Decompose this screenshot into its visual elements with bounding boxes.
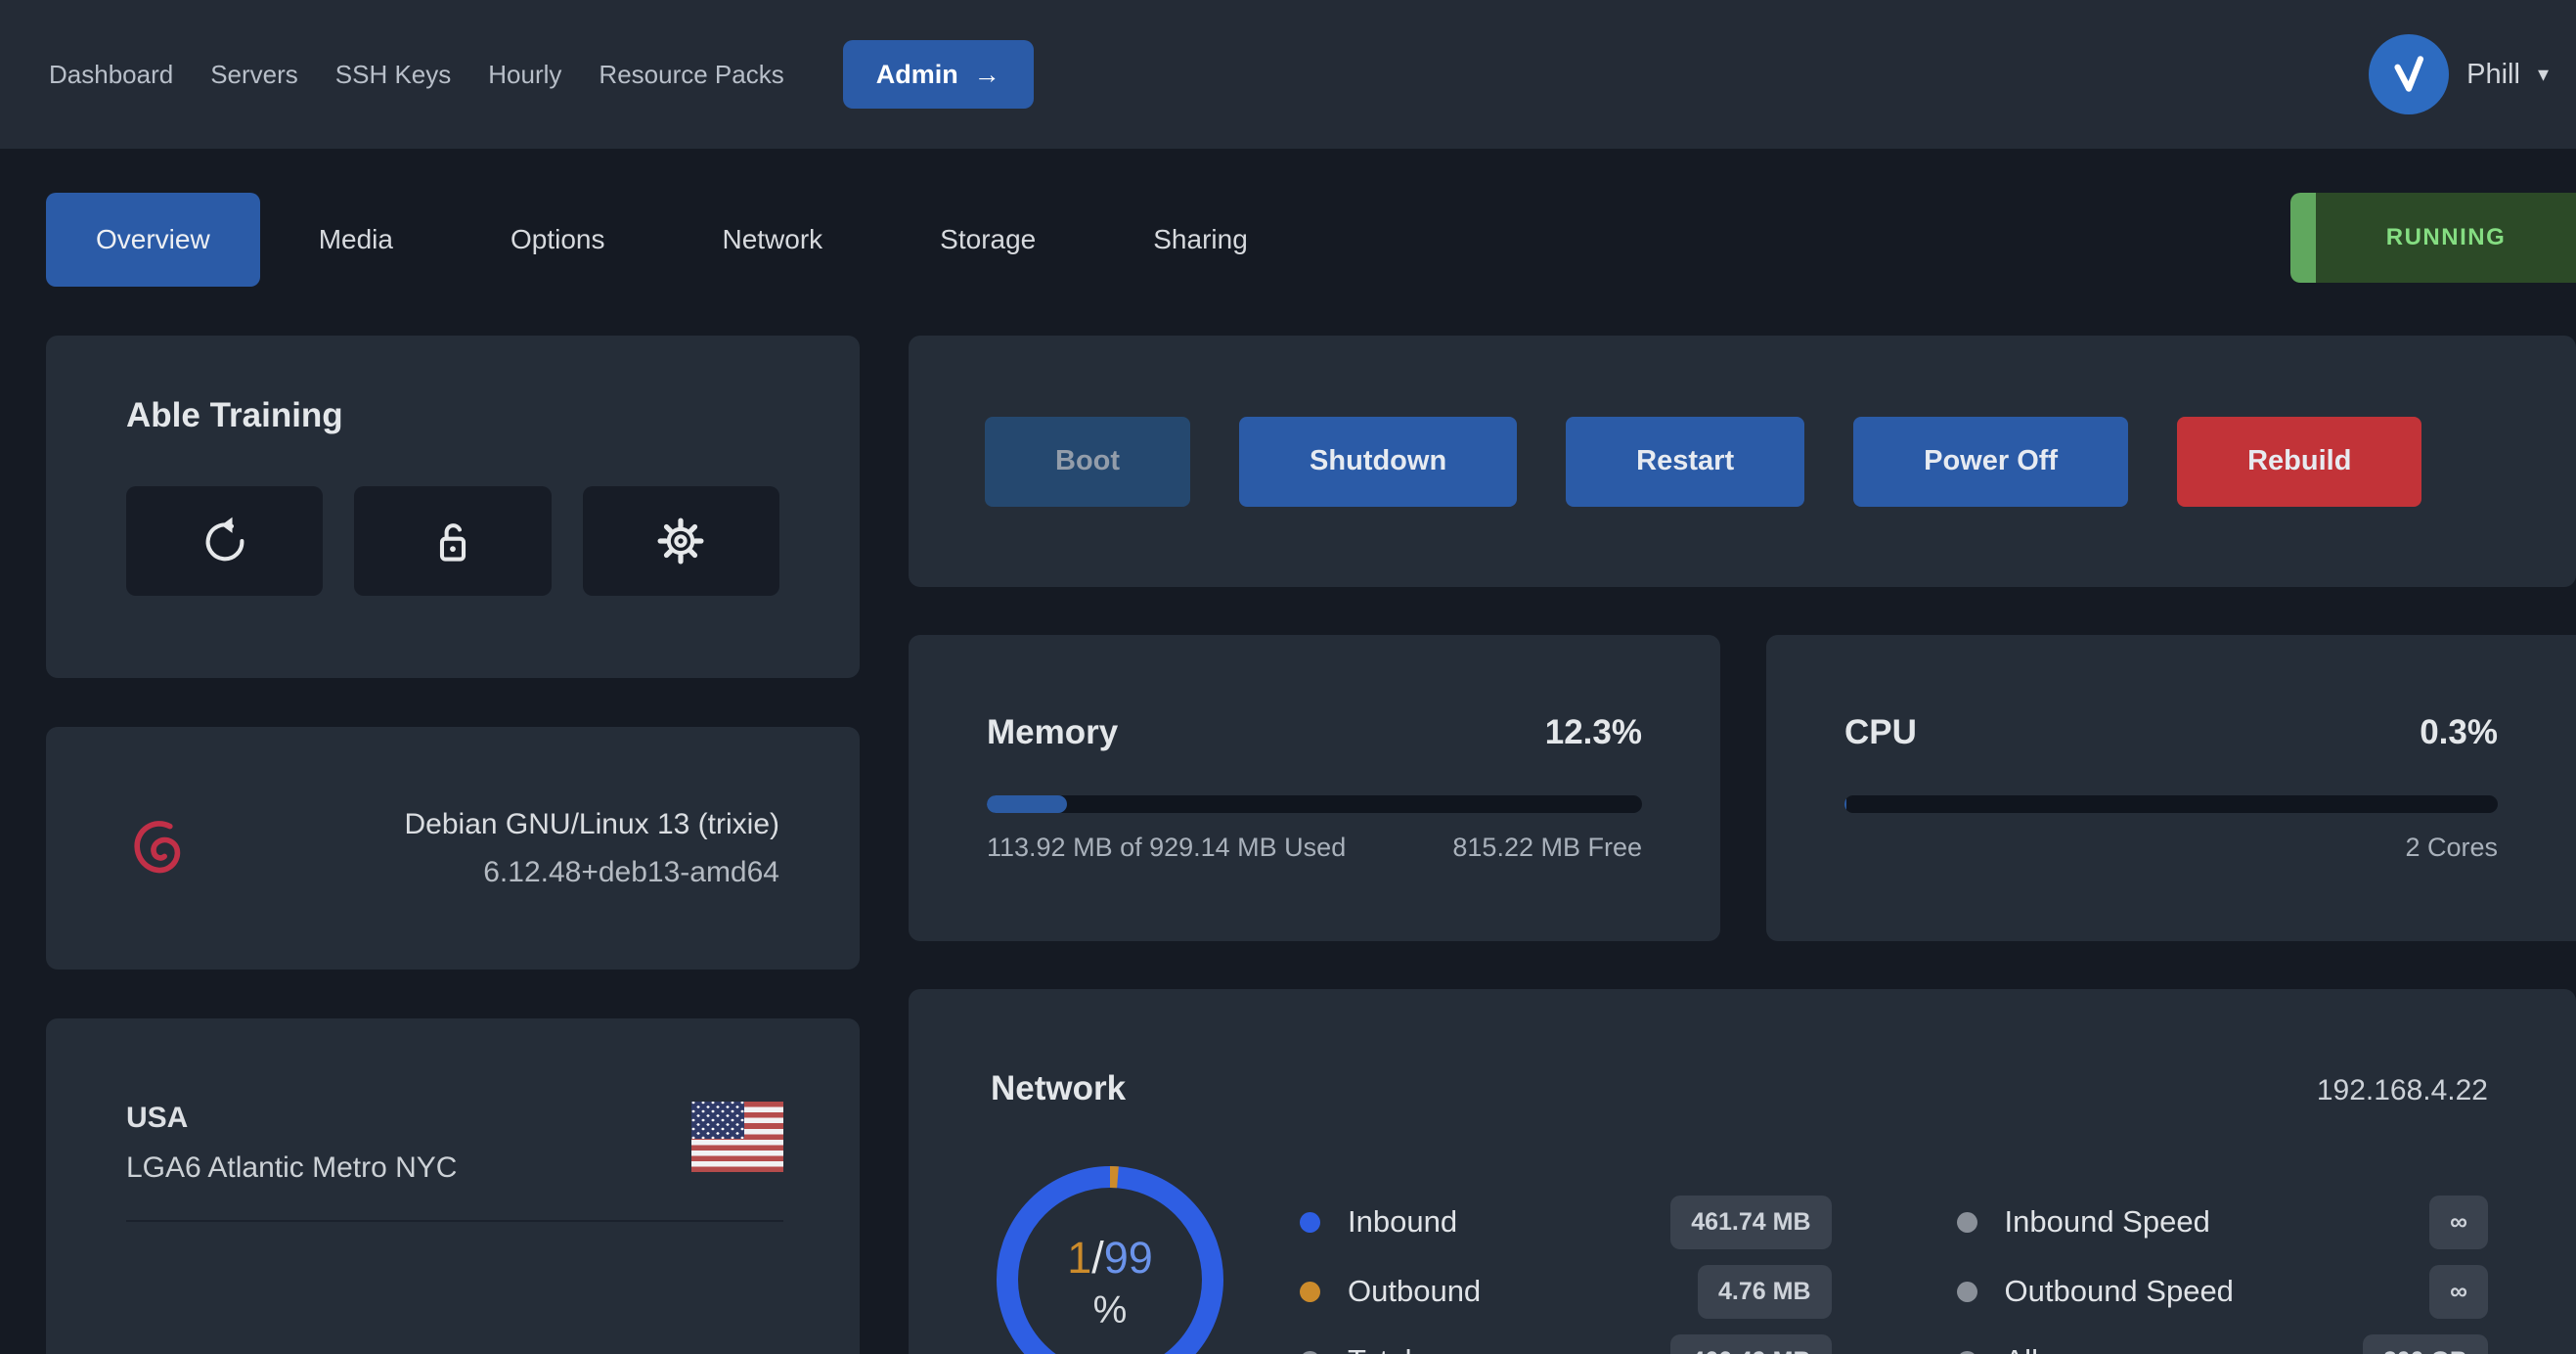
os-card: Debian GNU/Linux 13 (trixie) 6.12.48+deb…: [46, 727, 860, 970]
nav-item-resource-packs[interactable]: Resource Packs: [599, 60, 783, 90]
network-ip: 192.168.4.22: [2317, 1074, 2488, 1107]
memory-progress-bar: [987, 795, 1642, 813]
user-name: Phill: [2466, 59, 2520, 91]
restart-button[interactable]: Restart: [1566, 417, 1804, 507]
cpu-progress-bar: [1844, 795, 2498, 813]
tab-sharing[interactable]: Sharing: [1094, 193, 1307, 287]
boot-button[interactable]: Boot: [985, 417, 1190, 507]
location-card: USA LGA6 Atlantic Metro NYC: [46, 1018, 860, 1354]
donut-outbound-pct: 1: [1067, 1233, 1091, 1283]
tab-options[interactable]: Options: [452, 193, 664, 287]
user-menu[interactable]: Phill ▾: [2369, 34, 2549, 114]
total-value-badge: 466.49 MB: [1670, 1334, 1831, 1354]
memory-free-text: 815.22 MB Free: [1452, 833, 1642, 863]
outbound-value-badge: 4.76 MB: [1698, 1265, 1831, 1319]
donut-inbound-pct: 99: [1104, 1233, 1153, 1283]
tab-media[interactable]: Media: [260, 193, 452, 287]
legend-row-inbound-speed: Inbound Speed ∞: [1957, 1198, 2489, 1245]
location-datacenter: LGA6 Atlantic Metro NYC: [126, 1151, 457, 1185]
usa-flag-icon: [691, 1102, 783, 1172]
network-donut-chart: 1/99 %: [996, 1165, 1224, 1354]
memory-used-text: 113.92 MB of 929.14 MB Used: [987, 833, 1346, 863]
admin-button-label: Admin: [876, 60, 958, 90]
avatar[interactable]: [2369, 34, 2449, 114]
outbound-dot-icon: [1300, 1282, 1320, 1302]
nav-item-servers[interactable]: Servers: [210, 60, 298, 90]
right-column: Boot Shutdown Restart Power Off Rebuild …: [909, 336, 2576, 1354]
cpu-progress-fill: [1844, 795, 1846, 813]
restart-icon-button[interactable]: [126, 486, 323, 596]
nav-item-ssh-keys[interactable]: SSH Keys: [335, 60, 452, 90]
shutdown-button[interactable]: Shutdown: [1239, 417, 1517, 507]
tab-storage[interactable]: Storage: [881, 193, 1094, 287]
network-title: Network: [991, 1069, 1126, 1108]
inbound-speed-badge infinity-icon: ∞: [2429, 1196, 2488, 1249]
main-content: Able Training: [0, 336, 2576, 1354]
left-column: Able Training: [46, 336, 860, 1354]
status-badge-running: RUNNING: [2290, 193, 2576, 283]
cpu-title: CPU: [1844, 713, 1917, 752]
unlock-icon-button[interactable]: [354, 486, 551, 596]
power-off-button[interactable]: Power Off: [1853, 417, 2128, 507]
outbound-speed-badge infinity-icon: ∞: [2429, 1265, 2488, 1319]
unlock-icon: [424, 513, 481, 569]
allowance-dot-icon: [1957, 1351, 1977, 1354]
donut-center-label: 1/99 %: [996, 1165, 1224, 1354]
power-actions-card: Boot Shutdown Restart Power Off Rebuild: [909, 336, 2576, 587]
network-card: Network 192.168.4.22 1/99 %: [909, 989, 2576, 1354]
inbound-dot-icon: [1300, 1212, 1320, 1233]
legend-row-outbound-speed: Outbound Speed ∞: [1957, 1268, 2489, 1315]
cpu-percent: 0.3%: [2420, 713, 2498, 752]
server-name: Able Training: [126, 396, 779, 435]
network-legend: Inbound 461.74 MB Outbound 4.76 MB Total…: [1300, 1198, 2488, 1354]
admin-button[interactable]: Admin →: [843, 40, 1034, 109]
total-dot-icon: [1300, 1351, 1320, 1354]
donut-unit: %: [1093, 1289, 1128, 1332]
outbound-speed-dot-icon: [1957, 1282, 1977, 1302]
memory-card: Memory 12.3% 113.92 MB of 929.14 MB Used…: [909, 635, 1720, 941]
memory-percent: 12.3%: [1545, 713, 1642, 752]
nav-item-dashboard[interactable]: Dashboard: [49, 60, 173, 90]
rebuild-button[interactable]: Rebuild: [2177, 417, 2421, 507]
restart-icon: [197, 513, 253, 569]
nav-item-hourly[interactable]: Hourly: [488, 60, 561, 90]
divider: [126, 1220, 783, 1222]
os-kernel: 6.12.48+deb13-amd64: [405, 856, 779, 889]
debian-logo-icon: [126, 810, 195, 886]
gear-icon: [652, 513, 709, 569]
location-country: USA: [126, 1102, 457, 1135]
cpu-card: CPU 0.3% 2 Cores: [1766, 635, 2576, 941]
tab-bar: Overview Media Options Network Storage S…: [0, 193, 2576, 287]
chevron-down-icon: ▾: [2538, 62, 2549, 87]
legend-row-total: Total 466.49 MB: [1300, 1337, 1832, 1354]
inbound-speed-dot-icon: [1957, 1212, 1977, 1233]
legend-row-outbound: Outbound 4.76 MB: [1300, 1268, 1832, 1315]
right-arrow-icon: →: [974, 60, 1000, 90]
status-stripe: [2290, 193, 2316, 283]
tab-overview[interactable]: Overview: [46, 193, 260, 287]
legend-row-inbound: Inbound 461.74 MB: [1300, 1198, 1832, 1245]
gear-icon-button[interactable]: [583, 486, 779, 596]
os-name: Debian GNU/Linux 13 (trixie): [405, 808, 779, 841]
brand-v-icon: [2383, 49, 2434, 100]
legend-row-allowance: Allowance 200 GB: [1957, 1337, 2489, 1354]
status-label: RUNNING: [2316, 224, 2576, 251]
server-card: Able Training: [46, 336, 860, 678]
tab-network[interactable]: Network: [663, 193, 881, 287]
cpu-cores-text: 2 Cores: [2405, 833, 2498, 863]
memory-progress-fill: [987, 795, 1067, 813]
allowance-badge: 200 GB: [2363, 1334, 2488, 1354]
top-nav: Dashboard Servers SSH Keys Hourly Resour…: [0, 0, 2576, 149]
inbound-value-badge: 461.74 MB: [1670, 1196, 1831, 1249]
memory-title: Memory: [987, 713, 1118, 752]
